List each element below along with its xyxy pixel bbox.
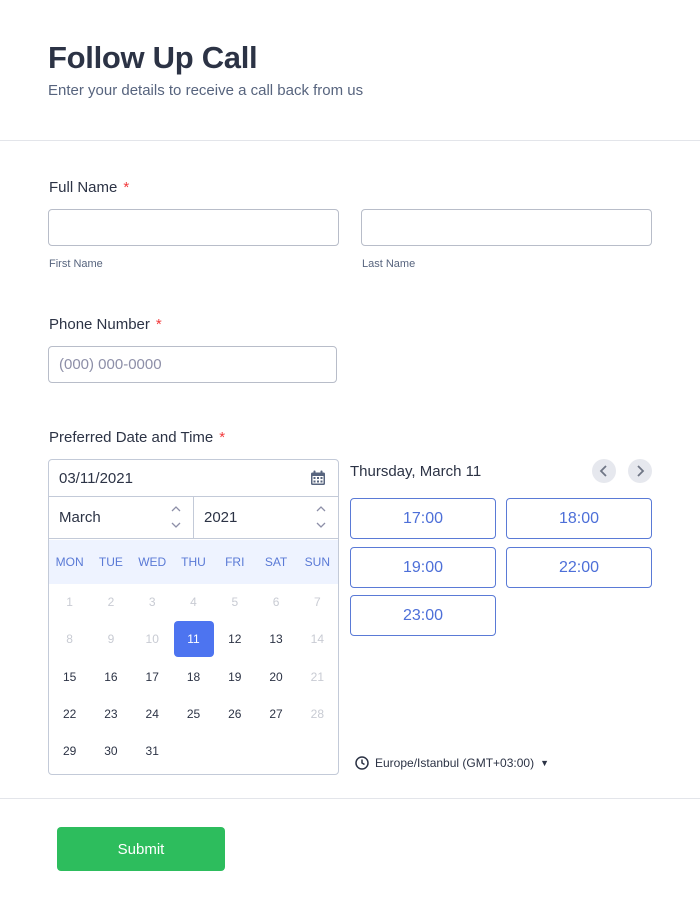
- calendar-day[interactable]: 26: [215, 696, 255, 732]
- calendar-day[interactable]: 31: [132, 733, 172, 769]
- calendar-day[interactable]: 12: [215, 621, 255, 657]
- calendar-icon[interactable]: [310, 470, 326, 486]
- weekday-label: WED: [138, 555, 167, 569]
- date-value: 03/11/2021: [59, 470, 133, 487]
- chevron-left-icon: [599, 465, 607, 477]
- first-name-input[interactable]: [48, 209, 339, 246]
- weekday-header: MON TUE WED THU FRI SAT SUN: [49, 540, 338, 584]
- phone-input[interactable]: [48, 346, 337, 383]
- weekday-label: THU: [181, 555, 206, 569]
- weekday-label: SUN: [304, 555, 330, 569]
- month-value: March: [59, 509, 101, 526]
- calendar-day[interactable]: 27: [256, 696, 296, 732]
- weekday-label: MON: [55, 555, 84, 569]
- calendar-day: 14: [310, 632, 325, 647]
- calendar-day[interactable]: 16: [91, 659, 131, 695]
- calendar-day[interactable]: 20: [256, 659, 296, 695]
- calendar-day[interactable]: 29: [50, 733, 90, 769]
- year-value: 2021: [204, 509, 238, 526]
- clock-icon: [355, 756, 369, 770]
- weekday-label: TUE: [98, 555, 123, 569]
- calendar-day: 2: [107, 595, 115, 609]
- calendar-day: 21: [310, 669, 325, 684]
- calendar-day: 3: [148, 595, 156, 609]
- calendar-day: 10: [145, 632, 159, 647]
- calendar-day[interactable]: 24: [132, 696, 172, 732]
- date-picker: 03/11/2021 March 2021 MON TUE WED THU FR…: [48, 459, 339, 775]
- time-slot-button[interactable]: 17:00: [350, 498, 496, 539]
- date-field[interactable]: 03/11/2021: [49, 460, 338, 497]
- time-slot-button[interactable]: 22:00: [506, 547, 652, 588]
- footer-divider: [0, 798, 700, 799]
- phone-label-text: Phone Number: [49, 316, 150, 333]
- calendar-day: 7: [314, 595, 321, 609]
- calendar-day[interactable]: 18: [174, 659, 214, 695]
- full-name-label: Full Name *: [49, 179, 129, 196]
- full-name-label-text: Full Name: [49, 179, 118, 196]
- calendar-day[interactable]: 23: [91, 696, 131, 732]
- required-mark: *: [219, 429, 226, 446]
- calendar-day: 4: [190, 595, 197, 609]
- last-name-input[interactable]: [361, 209, 652, 246]
- chevron-right-icon: [637, 465, 645, 477]
- caret-down-icon: ▼: [540, 758, 550, 768]
- calendar-day-selected[interactable]: 11: [173, 621, 214, 658]
- time-slot-button[interactable]: 23:00: [350, 595, 496, 636]
- next-day-button[interactable]: [628, 459, 652, 483]
- calendar-day[interactable]: 22: [50, 696, 90, 732]
- submit-button[interactable]: Submit: [57, 827, 225, 871]
- phone-label: Phone Number *: [49, 316, 162, 333]
- timezone-value: Europe/Istanbul (GMT+03:00): [375, 756, 535, 770]
- date-time-label-text: Preferred Date and Time: [49, 429, 214, 446]
- date-time-label: Preferred Date and Time *: [49, 429, 225, 446]
- time-slot-button[interactable]: 18:00: [506, 498, 652, 539]
- calendar-day[interactable]: 30: [91, 733, 131, 769]
- first-name-sublabel: First Name: [49, 258, 103, 270]
- time-slot-button[interactable]: 19:00: [350, 547, 496, 588]
- calendar-day: 9: [107, 632, 115, 647]
- selected-date-heading: Thursday, March 11: [350, 463, 482, 480]
- weekday-label: FRI: [225, 555, 245, 569]
- calendar-day[interactable]: 15: [50, 659, 90, 695]
- prev-day-button[interactable]: [592, 459, 616, 483]
- calendar-day[interactable]: 13: [256, 621, 296, 657]
- spinner-icon[interactable]: [171, 504, 181, 530]
- spinner-icon[interactable]: [316, 504, 326, 530]
- month-select[interactable]: March: [49, 497, 194, 539]
- calendar-day: 5: [231, 595, 239, 609]
- weekday-label: SAT: [264, 555, 288, 569]
- calendar-day[interactable]: 17: [132, 659, 172, 695]
- page-subtitle: Enter your details to receive a call bac…: [48, 82, 364, 99]
- timezone-select[interactable]: Europe/Istanbul (GMT+03:00) ▼: [355, 756, 549, 770]
- calendar-day: 8: [66, 632, 73, 647]
- last-name-sublabel: Last Name: [362, 258, 416, 270]
- calendar-day: 28: [310, 706, 325, 721]
- calendar-day[interactable]: 25: [174, 696, 214, 732]
- required-mark: *: [123, 179, 130, 196]
- required-mark: *: [155, 316, 162, 333]
- year-select[interactable]: 2021: [194, 497, 338, 539]
- page-title: Follow Up Call: [48, 40, 258, 75]
- calendar-day[interactable]: 19: [215, 659, 255, 695]
- calendar-day: 6: [272, 595, 280, 609]
- calendar-day: 1: [66, 595, 73, 609]
- form-header: Follow Up Call Enter your details to rec…: [0, 0, 700, 141]
